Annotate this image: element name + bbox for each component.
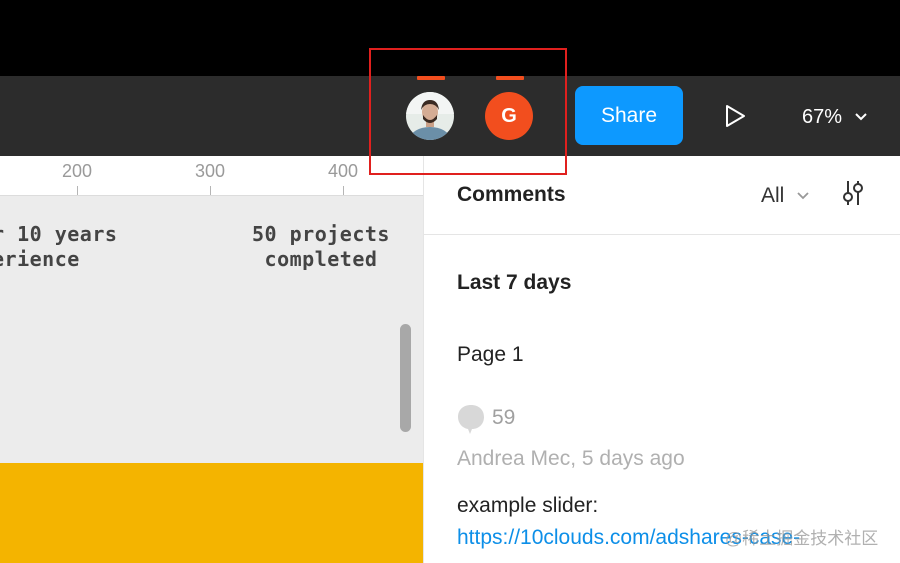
zoom-dropdown[interactable]: 67% (802, 104, 868, 130)
ruler-tick (210, 186, 211, 195)
comment-count: 59 (492, 406, 516, 429)
share-button-label: Share (600, 103, 658, 127)
page-title: Page 1 (457, 343, 524, 366)
ruler-tick (343, 186, 344, 195)
play-icon[interactable] (722, 104, 748, 128)
design-canvas[interactable]: 200 300 400 r 10 years erience 50 projec… (0, 156, 423, 563)
comments-filter-dropdown[interactable]: All (761, 184, 810, 208)
filter-label: All (761, 184, 785, 207)
zoom-level: 67% (802, 105, 843, 128)
section-title: Last 7 days (457, 271, 572, 294)
highlight-box (369, 48, 567, 175)
canvas-text-projects: 50 projects completed (252, 222, 390, 271)
chevron-down-icon (797, 192, 809, 200)
watermark: @稀土掘金技术社区 (725, 529, 879, 548)
comments-panel: Comments All Last 7 days Page 1 59 Andre… (423, 156, 900, 563)
ruler-label: 200 (61, 161, 93, 181)
canvas-text-experience: r 10 years erience (0, 222, 118, 271)
comment-author-time: Andrea Mec, 5 days ago (457, 447, 685, 470)
chevron-down-icon (855, 113, 867, 121)
canvas-yellow-banner (0, 463, 423, 563)
horizontal-ruler: 200 300 400 (0, 156, 423, 196)
ruler-label: 300 (194, 161, 226, 181)
filter-settings-icon[interactable] (840, 178, 866, 208)
ruler-tick (77, 186, 78, 195)
ruler-label: 400 (327, 161, 359, 181)
comment-bubble-icon (458, 405, 484, 434)
comments-title: Comments (457, 183, 566, 206)
share-button[interactable]: Share (575, 86, 683, 145)
vertical-scrollbar[interactable] (400, 324, 411, 432)
comment-text: example slider: (457, 494, 599, 517)
